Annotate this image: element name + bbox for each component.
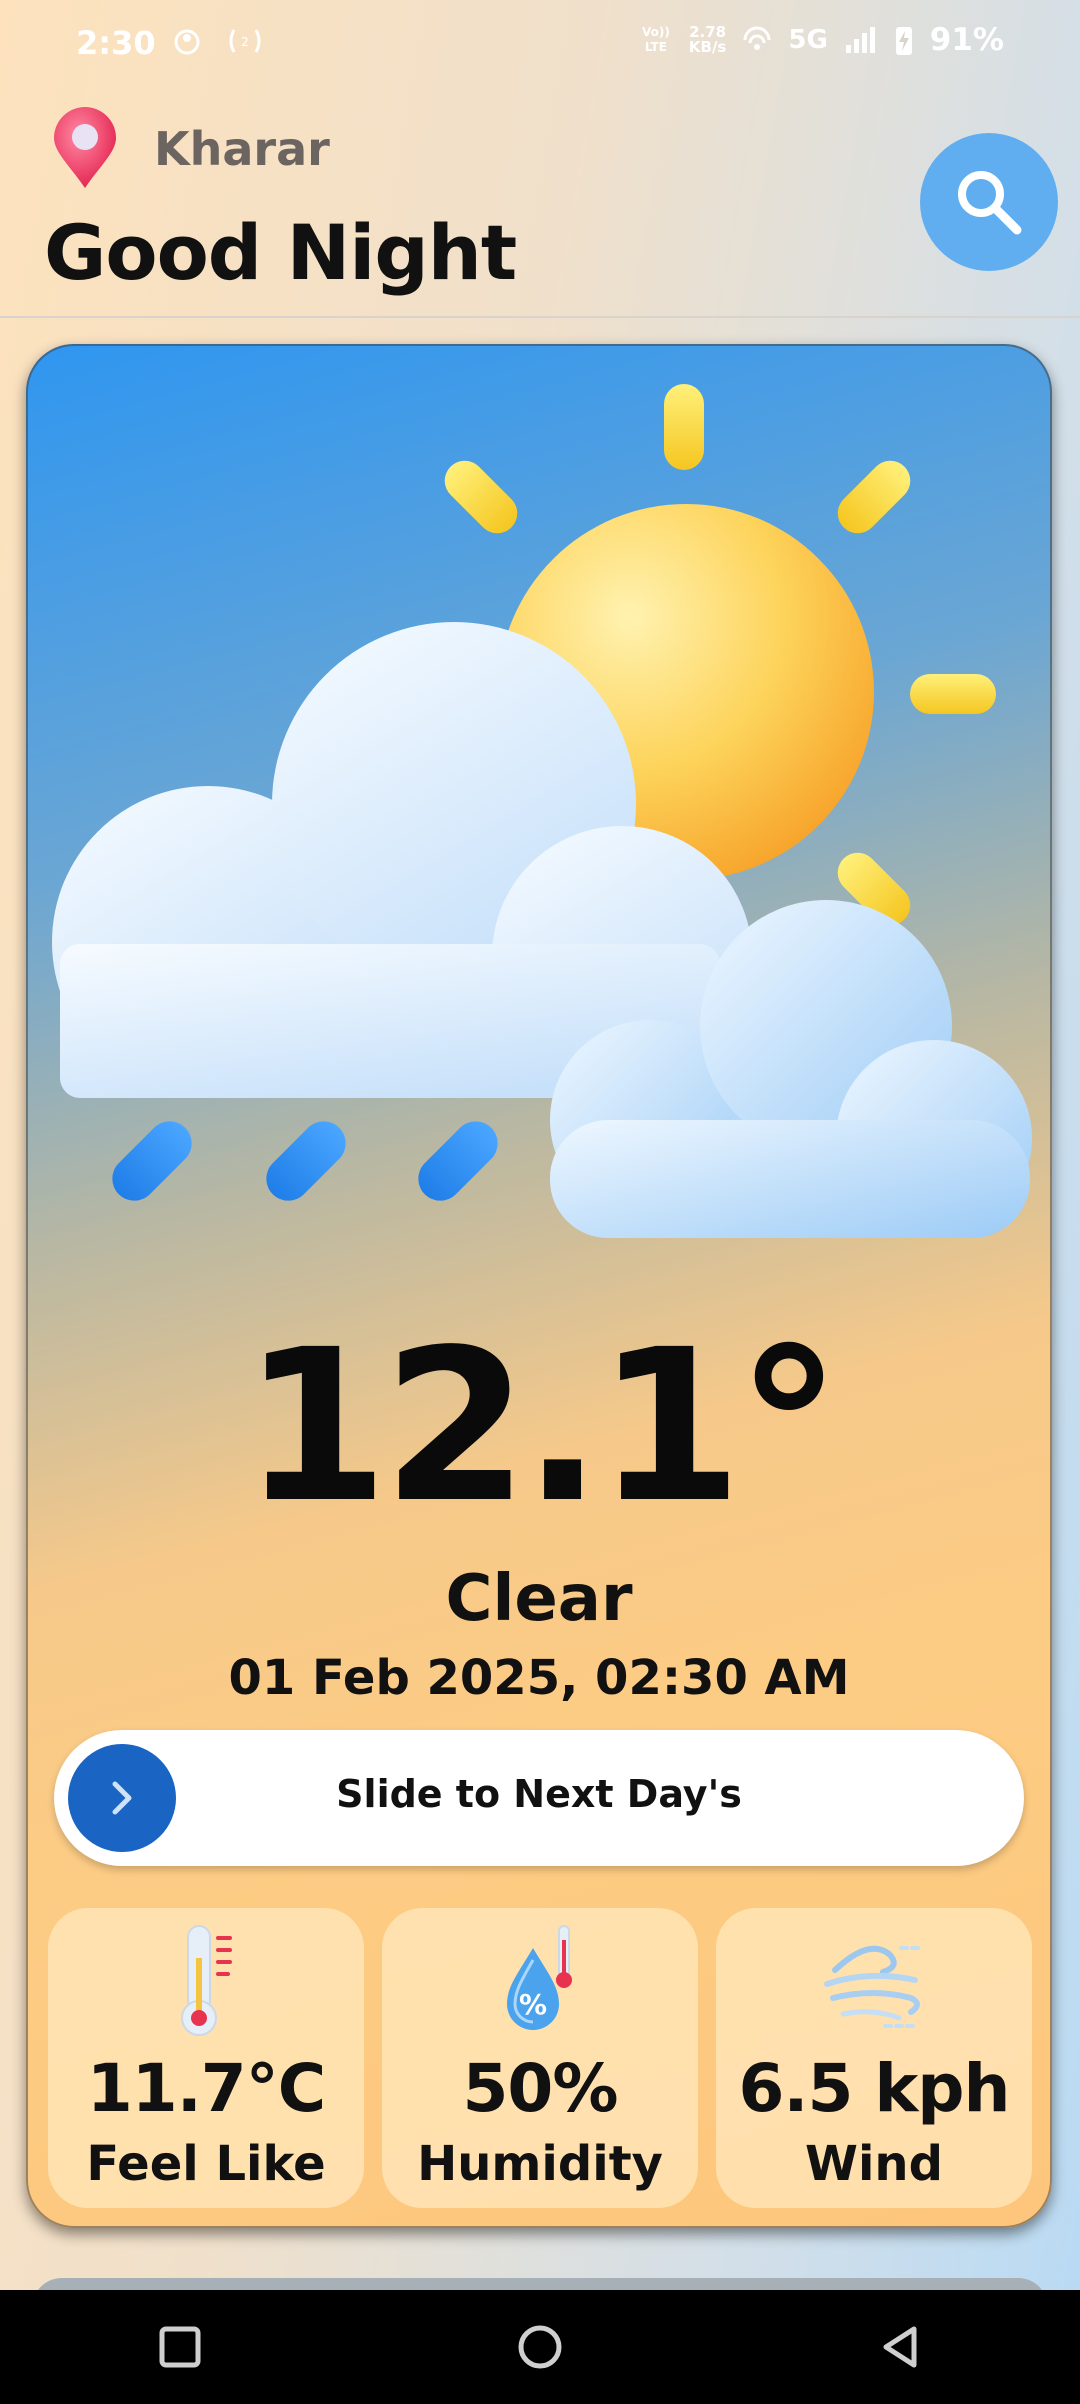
status-bar: 2:30 2 Vo)) LTE 2.78 KB/s 5G 91% — [0, 0, 1080, 90]
feels-like-label: Feel Like — [86, 2136, 326, 2192]
search-icon — [958, 171, 1022, 235]
feels-like-value: 11.7°C — [86, 2050, 326, 2127]
notification-app-icon — [174, 29, 200, 55]
humidity-drop-icon: % — [507, 1925, 572, 2030]
feels-like-tile: 11.7°C Feel Like — [48, 1908, 364, 2208]
home-button[interactable] — [500, 2307, 580, 2387]
humidity-tile: % 50% Humidity — [382, 1908, 698, 2208]
humidity-value: 50% — [462, 2050, 619, 2127]
chevron-right-icon — [112, 1781, 132, 1815]
humidity-label: Humidity — [417, 2136, 663, 2192]
recents-icon — [159, 2326, 201, 2368]
signal-icon — [845, 27, 875, 53]
current-temperature: 12.1° — [242, 1304, 841, 1549]
slider-label: Slide to Next Day's — [336, 1772, 742, 1816]
wind-icon — [824, 1945, 921, 2028]
wifi-calling-icon — [743, 26, 771, 50]
location-name[interactable]: Kharar — [154, 122, 330, 176]
greeting-title: Good Night — [44, 208, 517, 297]
location-pin-icon — [54, 107, 116, 188]
system-nav-bar — [0, 2290, 1080, 2404]
back-button[interactable] — [860, 2307, 940, 2387]
weather-condition: Clear — [445, 1562, 633, 1636]
hotspot-icon: 2 — [229, 29, 261, 53]
network-type: 5G — [788, 25, 828, 55]
partly-cloudy-rain-icon — [52, 384, 1032, 1238]
slider-handle[interactable] — [68, 1744, 176, 1852]
thermometer-icon — [181, 1925, 232, 2036]
svg-text:2: 2 — [241, 35, 249, 49]
battery-percentage: 91% — [929, 22, 1004, 58]
search-button[interactable] — [920, 133, 1058, 271]
volte-indicator: Vo)) LTE — [641, 25, 670, 54]
battery-charging-icon — [895, 27, 912, 55]
status-time: 2:30 — [76, 24, 156, 62]
next-day-slider[interactable]: Slide to Next Day's — [54, 1730, 1024, 1866]
home-icon — [518, 2325, 562, 2369]
recents-button[interactable] — [140, 2307, 220, 2387]
weather-datetime: 01 Feb 2025, 02:30 AM — [228, 1650, 850, 1706]
wind-tile: 6.5 kph Wind — [716, 1908, 1032, 2208]
current-weather-card: 12.1° Clear 01 Feb 2025, 02:30 AM Slide … — [26, 344, 1052, 2228]
back-icon — [883, 2326, 917, 2368]
net-speed-unit: KB/s — [688, 38, 727, 56]
wind-value: 6.5 kph — [738, 2050, 1010, 2127]
svg-text:%: % — [519, 1988, 547, 2021]
wind-label: Wind — [805, 2136, 943, 2192]
weather-stats: 11.7°C Feel Like % 50% Humidity 6.5 kph … — [48, 1908, 1032, 2208]
